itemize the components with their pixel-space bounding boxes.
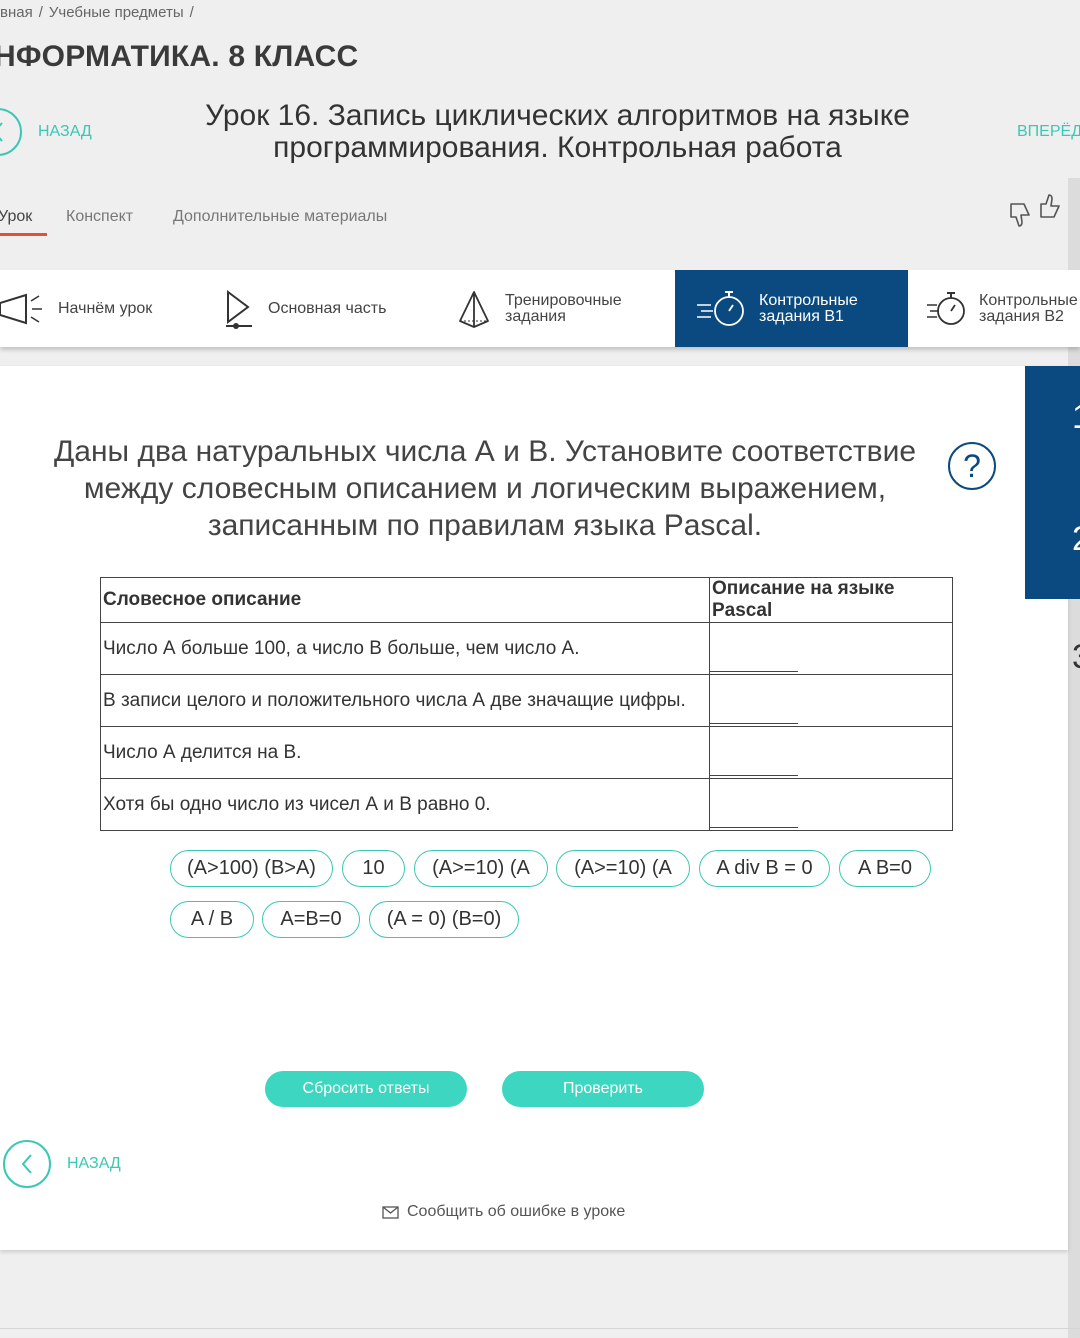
report-error-label: Сообщить об ошибке в уроке: [407, 1203, 626, 1220]
task-number-2[interactable]: 2: [1072, 520, 1080, 559]
task-number-3[interactable]: 3: [1072, 638, 1080, 677]
answer-drop-zone[interactable]: [709, 622, 953, 675]
breadcrumb-separator: /: [189, 4, 194, 21]
step-label: Контрольные задания В1: [759, 291, 858, 325]
table-row: В записи целого и положительного числа А…: [100, 674, 953, 727]
help-icon[interactable]: ?: [948, 442, 996, 490]
subject-title: НФОРМАТИКА. 8 КЛАСС: [0, 40, 359, 73]
reset-answers-button[interactable]: Сбросить ответы: [265, 1071, 467, 1107]
table-header: Описание на языке Pascal: [709, 577, 953, 623]
answer-chip[interactable]: A=B=0: [262, 901, 360, 938]
pyramid-icon: [459, 290, 489, 328]
nav-back-label[interactable]: НАЗАД: [38, 123, 92, 141]
answer-drop-zone[interactable]: [709, 778, 953, 831]
step-label: Начнём урок: [58, 299, 153, 317]
drop-line: [710, 723, 798, 724]
step-control-b1[interactable]: Контрольные задания В1: [675, 270, 908, 347]
answer-chip[interactable]: A / B: [170, 901, 254, 938]
answer-chip[interactable]: (A>=10) (A: [556, 850, 690, 887]
bottom-back-button[interactable]: [3, 1140, 51, 1188]
match-table: Словесное описание Описание на языке Pas…: [100, 577, 953, 831]
dislike-icon[interactable]: [1008, 200, 1032, 228]
table-row: Число А делится на В.: [100, 726, 953, 779]
chevron-left-icon: [0, 122, 3, 142]
description-cell: Хотя бы одно число из чисел А и В равно …: [100, 778, 710, 831]
check-button[interactable]: Проверить: [502, 1071, 704, 1107]
drop-line: [710, 671, 798, 672]
table-header-row: Словесное описание Описание на языке Pas…: [100, 577, 953, 623]
tab-extra-materials[interactable]: Дополнительные материалы: [173, 208, 387, 226]
report-error-link[interactable]: Сообщить об ошибке в уроке: [382, 1203, 625, 1221]
step-control-b2[interactable]: Контрольные задания В2: [925, 270, 1080, 347]
answer-chip[interactable]: A B=0: [839, 850, 931, 887]
breadcrumb: вная / Учебные предметы /: [0, 4, 200, 21]
breadcrumb-home[interactable]: вная: [0, 4, 33, 21]
nav-back-button[interactable]: [0, 108, 22, 156]
lesson-title: Урок 16. Запись циклических алгоритмов н…: [205, 99, 910, 164]
table-row: Число А больше 100, а число В больше, че…: [100, 622, 953, 675]
description-cell: В записи целого и положительного числа А…: [100, 674, 710, 727]
stopwatch-icon: [927, 291, 965, 325]
active-tab-underline: [0, 233, 47, 236]
play-icon: [226, 289, 252, 329]
bottom-back-label[interactable]: НАЗАД: [67, 1155, 121, 1173]
table-row: Хотя бы одно число из чисел А и В равно …: [100, 778, 953, 831]
breadcrumb-subjects[interactable]: Учебные предметы: [49, 4, 184, 21]
step-label: Контрольные задания В2: [979, 291, 1078, 325]
description-cell: Число А больше 100, а число В больше, че…: [100, 622, 710, 675]
answer-chip[interactable]: (A>=10) (A: [414, 850, 548, 887]
tab-notes[interactable]: Конспект: [66, 208, 133, 226]
chevron-left-icon: [21, 1154, 32, 1174]
right-scroll-edge: [1068, 178, 1080, 1338]
step-training-tasks[interactable]: Тренировочные задания: [457, 270, 635, 347]
step-label: Основная часть: [268, 299, 387, 317]
answer-chip[interactable]: (A = 0) (B=0): [369, 901, 519, 938]
stopwatch-icon: [697, 290, 744, 326]
step-label: Тренировочные задания: [505, 291, 622, 325]
drop-line: [710, 827, 798, 828]
footer-divider: [0, 1328, 1080, 1329]
megaphone-icon: [0, 293, 42, 324]
nav-forward-label[interactable]: ВПЕРЁД: [1017, 123, 1080, 141]
answer-chip[interactable]: A div B = 0: [699, 850, 830, 887]
step-main-part[interactable]: Основная часть: [224, 270, 386, 347]
drop-line: [710, 775, 798, 776]
answer-chip[interactable]: 10: [342, 850, 405, 887]
tab-lesson[interactable]: Урок: [0, 208, 32, 226]
question-text: Даны два натуральных числа А и В. Устано…: [53, 435, 917, 542]
steps-bar: Начнём урок Основная часть Тренировочные…: [0, 270, 1080, 347]
answer-drop-zone[interactable]: [709, 726, 953, 779]
answer-chip[interactable]: (A>100) (B>A): [170, 850, 333, 887]
answer-drop-zone[interactable]: [709, 674, 953, 727]
breadcrumb-separator: /: [38, 4, 43, 21]
like-icon[interactable]: [1038, 193, 1062, 221]
task-number-1[interactable]: 1: [1072, 398, 1080, 437]
envelope-icon: [382, 1205, 399, 1219]
description-cell: Число А делится на В.: [100, 726, 710, 779]
table-header: Словесное описание: [100, 577, 710, 623]
step-start-lesson[interactable]: Начнём урок: [0, 270, 152, 347]
